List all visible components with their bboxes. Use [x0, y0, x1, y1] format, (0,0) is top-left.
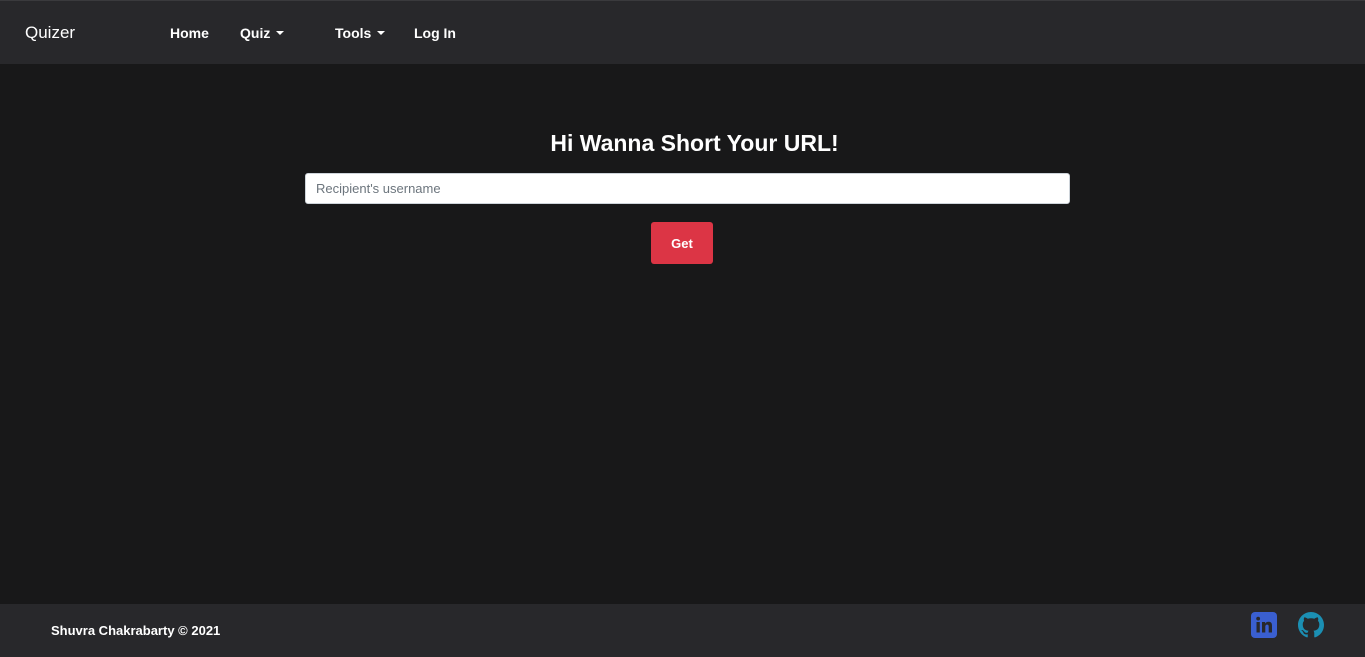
- nav-tools-label: Tools: [335, 25, 372, 41]
- get-button[interactable]: Get: [651, 222, 713, 264]
- nav-quiz-label: Quiz: [240, 25, 271, 41]
- brand-logo-link[interactable]: Quizer: [25, 22, 75, 44]
- linkedin-icon[interactable]: [1251, 612, 1277, 638]
- caret-down-icon: [377, 31, 386, 35]
- github-icon[interactable]: [1298, 612, 1324, 638]
- nav-login-label: Log In: [414, 25, 456, 41]
- navbar: Quizer Home Quiz Tools Log In: [0, 0, 1365, 64]
- page: Quizer Home Quiz Tools Log In Hi Wanna S…: [0, 0, 1365, 657]
- footer: Shuvra Chakrabarty © 2021: [0, 604, 1365, 657]
- nav-home-label: Home: [170, 25, 209, 41]
- github-icon-graphic: [1298, 612, 1324, 638]
- linkedin-icon-graphic: [1251, 612, 1277, 638]
- caret-down-icon: [276, 31, 285, 35]
- url-input[interactable]: [305, 173, 1070, 204]
- nav-login-link[interactable]: Log In: [414, 24, 456, 42]
- copyright-text: Shuvra Chakrabarty © 2021: [51, 623, 221, 638]
- nav-quiz-dropdown[interactable]: Quiz: [240, 24, 285, 42]
- nav-tools-dropdown[interactable]: Tools: [335, 24, 386, 42]
- nav-home-link[interactable]: Home: [170, 24, 209, 42]
- page-title: Hi Wanna Short Your URL!: [550, 130, 839, 156]
